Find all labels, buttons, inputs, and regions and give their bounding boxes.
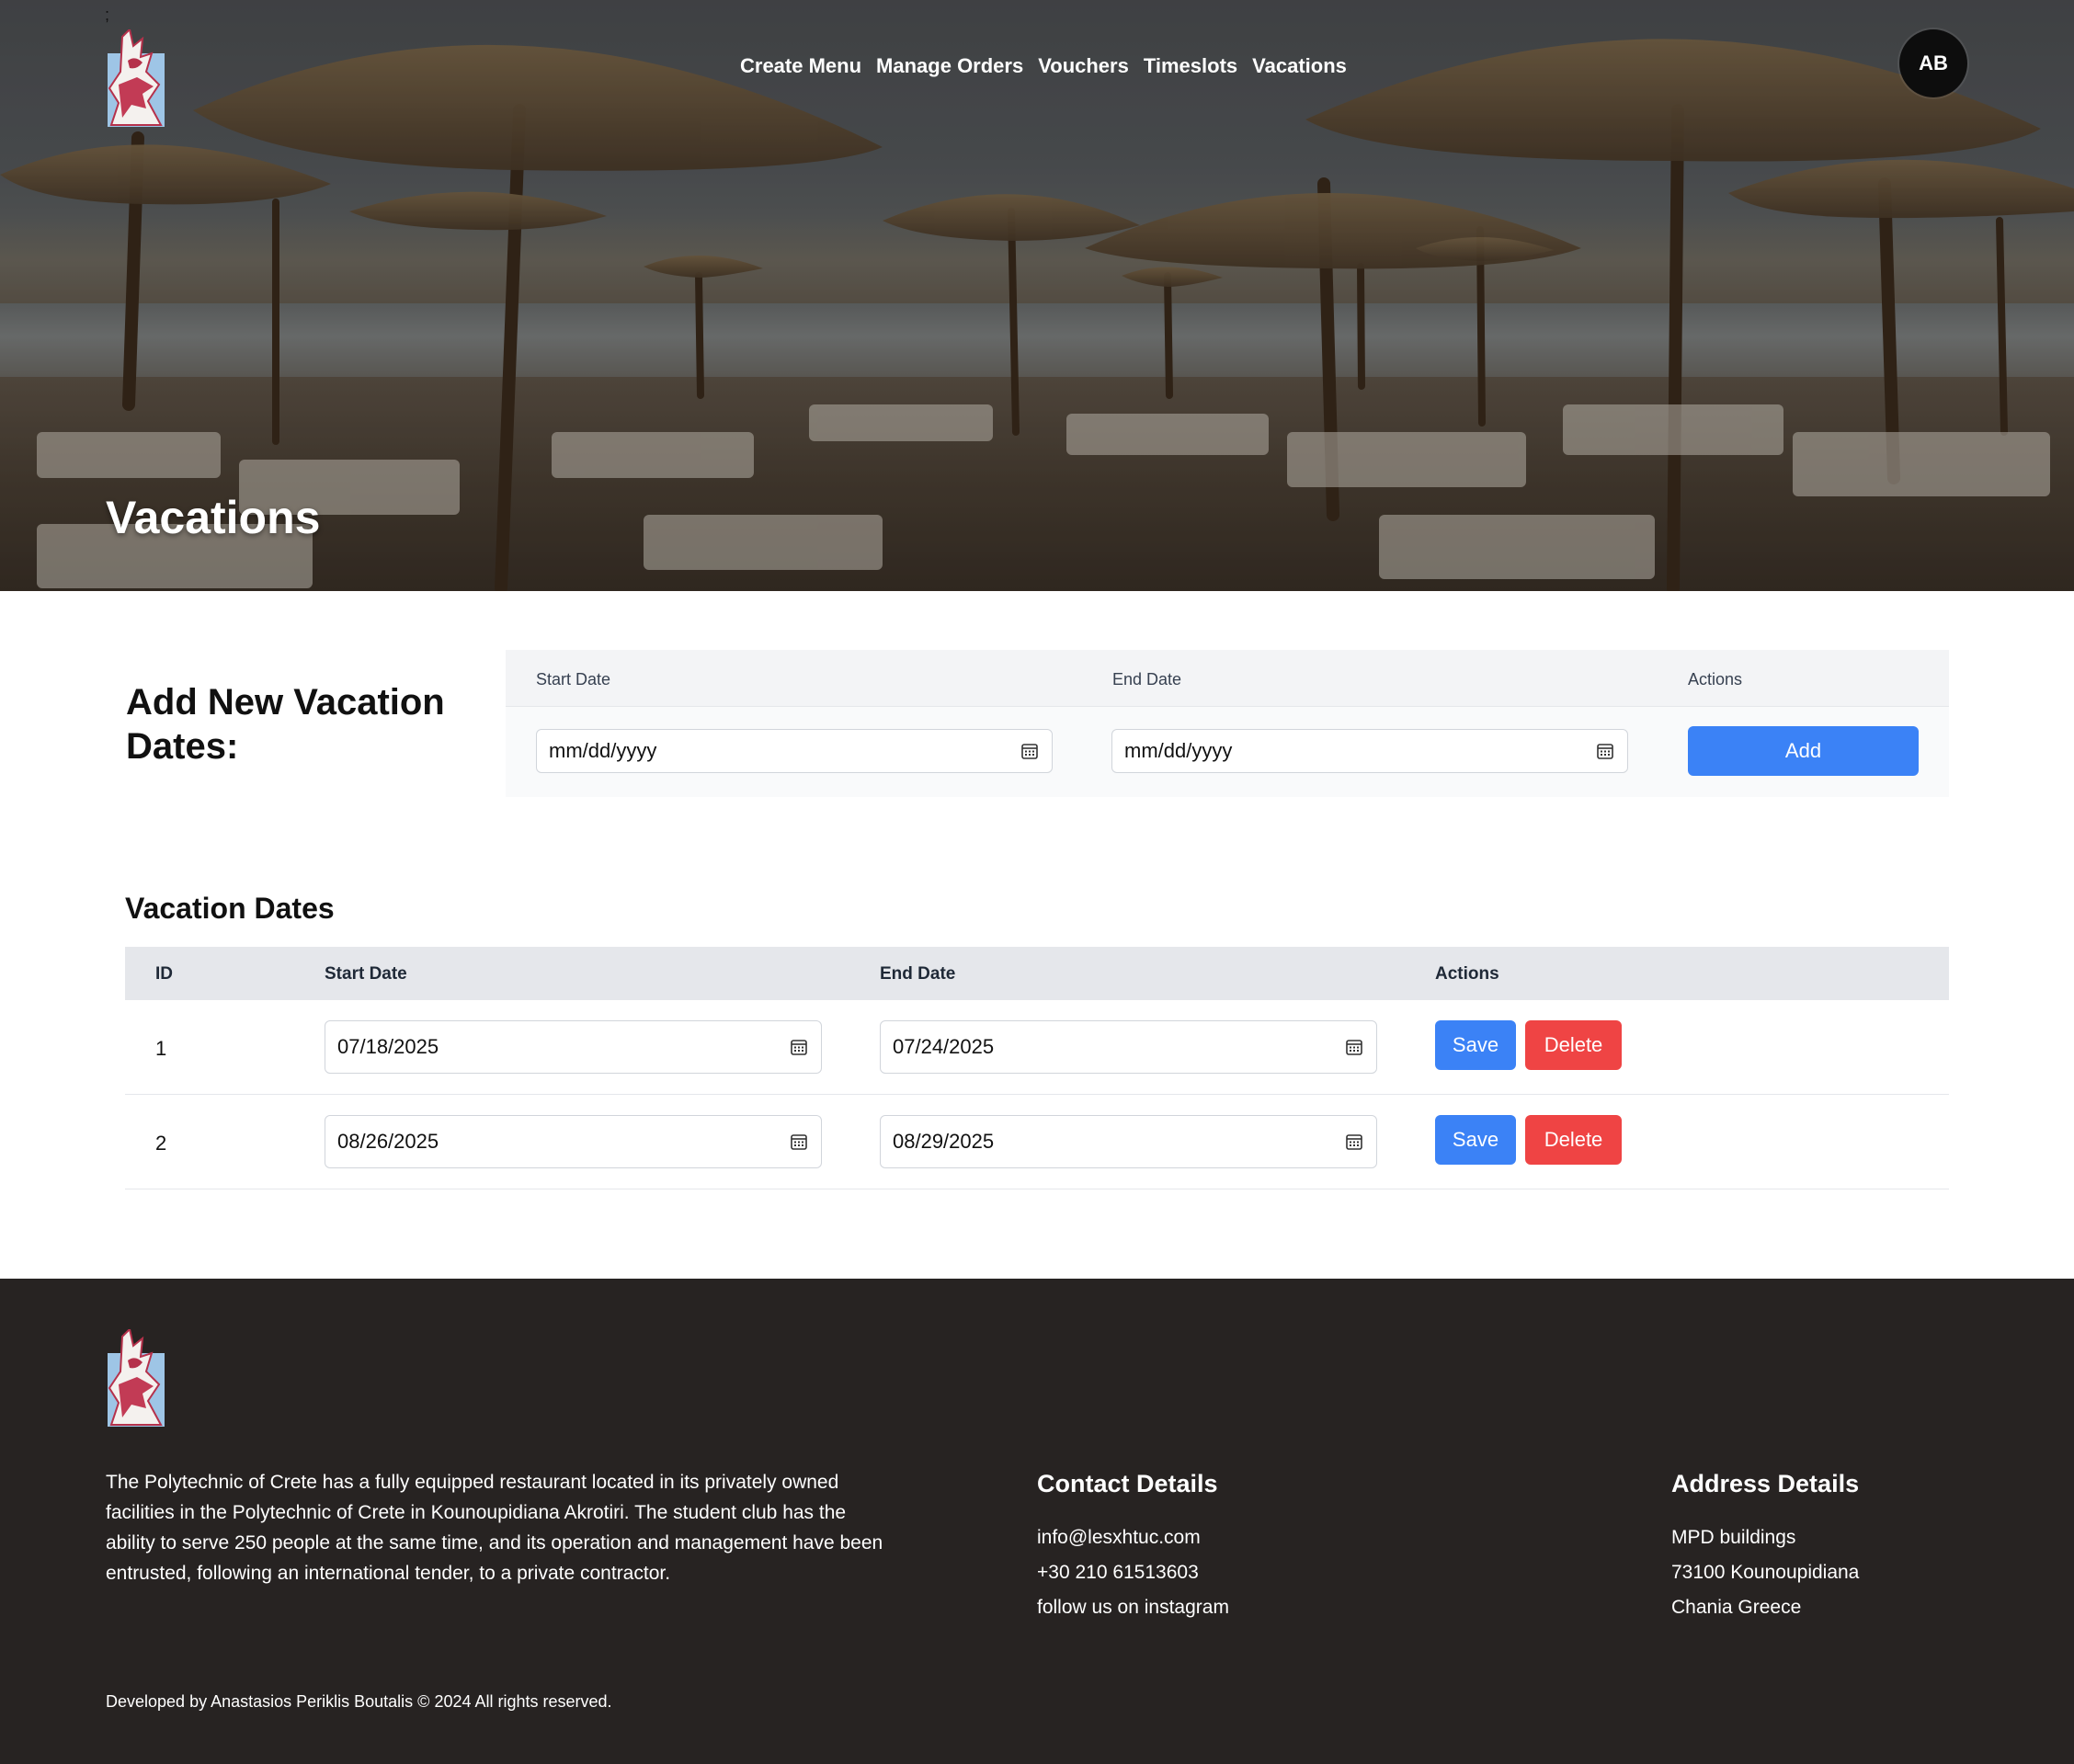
- table-header: ID Start Date End Date Actions: [125, 947, 1949, 1000]
- site-logo[interactable]: [106, 28, 168, 129]
- copyright-text: Developed by Anastasios Periklis Boutali…: [106, 1692, 612, 1711]
- end-date-value: 07/24/2025: [893, 1035, 995, 1058]
- start-date-input[interactable]: 08/26/2025: [325, 1115, 822, 1168]
- row-id: 2: [155, 1132, 167, 1155]
- nav-timeslots[interactable]: Timeslots: [1144, 54, 1237, 78]
- col-actions: Actions: [1435, 964, 1499, 984]
- col-start-date: Start Date: [325, 964, 407, 984]
- add-vacation-table: Start Date End Date Actions mm/dd/yyyy m…: [506, 650, 1949, 797]
- footer-logo: [106, 1327, 168, 1428]
- row-id: 1: [155, 1037, 167, 1060]
- vacation-dates-table: ID Start Date End Date Actions 1 07/18/2…: [125, 947, 1949, 1189]
- end-date-value: 08/29/2025: [893, 1130, 995, 1153]
- start-date-value: 07/18/2025: [337, 1035, 439, 1058]
- footer-about-text: The Polytechnic of Crete has a fully equ…: [106, 1472, 883, 1584]
- nav-vacations[interactable]: Vacations: [1252, 54, 1347, 78]
- contact-phone[interactable]: +30 210 61513603: [1037, 1555, 1229, 1590]
- calendar-icon[interactable]: [1596, 742, 1614, 760]
- user-avatar[interactable]: AB: [1899, 29, 1967, 97]
- logo-icon: [108, 28, 165, 127]
- address-heading: Address Details: [1671, 1470, 1860, 1497]
- calendar-icon[interactable]: [1020, 742, 1039, 760]
- col-id: ID: [155, 964, 173, 984]
- save-button[interactable]: Save: [1435, 1020, 1516, 1070]
- stray-character: ;: [105, 6, 110, 24]
- save-button[interactable]: Save: [1435, 1115, 1516, 1165]
- address-line: 73100 Kounoupidiana: [1671, 1562, 1860, 1583]
- start-date-value: 08/26/2025: [337, 1130, 439, 1153]
- new-end-date-input[interactable]: mm/dd/yyyy: [1111, 729, 1628, 773]
- add-button[interactable]: Add: [1688, 726, 1919, 776]
- logo-icon: [108, 1327, 165, 1427]
- address-line: Chania Greece: [1671, 1597, 1802, 1618]
- site-footer: The Polytechnic of Crete has a fully equ…: [0, 1279, 2074, 1764]
- new-start-date-input[interactable]: mm/dd/yyyy: [536, 729, 1053, 773]
- add-col-end: End Date: [1112, 670, 1182, 689]
- add-table-header: Start Date End Date Actions: [506, 650, 1949, 707]
- contact-email[interactable]: info@lesxhtuc.com: [1037, 1520, 1229, 1555]
- delete-button[interactable]: Delete: [1525, 1020, 1622, 1070]
- table-row: 2 08/26/2025 08/29/2025 Save Delete: [125, 1095, 1949, 1189]
- add-col-start: Start Date: [536, 670, 611, 689]
- col-end-date: End Date: [880, 964, 956, 984]
- add-col-actions: Actions: [1688, 670, 1743, 689]
- contact-heading: Contact Details: [1037, 1470, 1218, 1497]
- calendar-icon[interactable]: [1345, 1038, 1363, 1056]
- nav-create-menu[interactable]: Create Menu: [740, 54, 861, 78]
- add-vacation-heading: Add New Vacation Dates:: [126, 682, 445, 767]
- page-title: Vacations: [106, 492, 321, 543]
- table-row: 1 07/18/2025 07/24/2025 Save Delete: [125, 1000, 1949, 1095]
- end-date-input[interactable]: 08/29/2025: [880, 1115, 1377, 1168]
- vacation-dates-heading: Vacation Dates: [125, 892, 335, 925]
- calendar-icon[interactable]: [790, 1132, 808, 1151]
- calendar-icon[interactable]: [1345, 1132, 1363, 1151]
- contact-details: info@lesxhtuc.com +30 210 61513603 follo…: [1037, 1520, 1229, 1625]
- nav-manage-orders[interactable]: Manage Orders: [876, 54, 1023, 78]
- nav-vouchers[interactable]: Vouchers: [1038, 54, 1129, 78]
- new-start-date-value: mm/dd/yyyy: [549, 739, 657, 762]
- start-date-input[interactable]: 07/18/2025: [325, 1020, 822, 1074]
- contact-instagram[interactable]: follow us on instagram: [1037, 1590, 1229, 1625]
- end-date-input[interactable]: 07/24/2025: [880, 1020, 1377, 1074]
- calendar-icon[interactable]: [790, 1038, 808, 1056]
- main-nav: Create Menu Manage Orders Vouchers Times…: [740, 50, 1347, 83]
- new-end-date-value: mm/dd/yyyy: [1124, 739, 1233, 762]
- delete-button[interactable]: Delete: [1525, 1115, 1622, 1165]
- address-line: MPD buildings: [1671, 1527, 1796, 1548]
- address-details: MPD buildings 73100 Kounoupidiana Chania…: [1671, 1520, 1859, 1625]
